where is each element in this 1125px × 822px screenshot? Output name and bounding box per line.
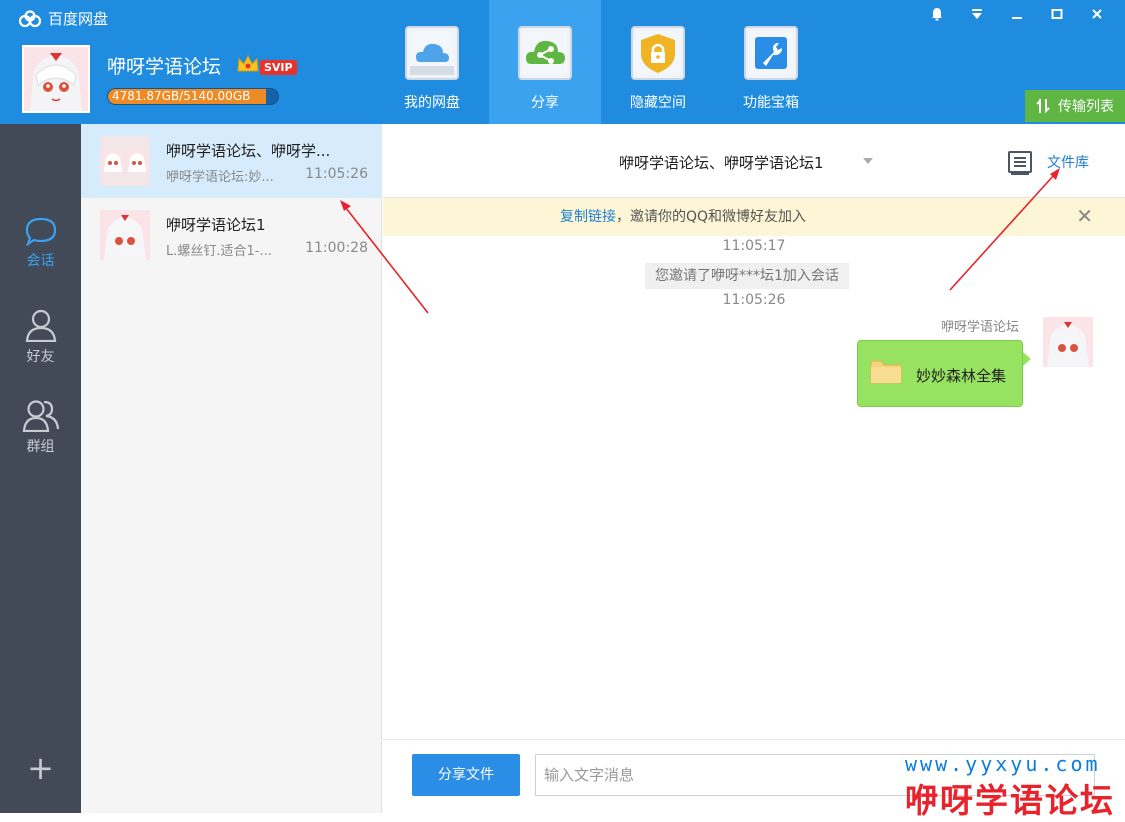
left-rail: 会话 好友 群组 + bbox=[0, 124, 81, 813]
watermark-url: www.yyxyu.com bbox=[905, 752, 1101, 776]
chat-icon bbox=[25, 217, 56, 247]
conversation-list: 咿呀学语论坛、咿呀学... 咿呀学语论坛:妙... 11:05:26 咿呀学语论… bbox=[81, 124, 382, 813]
rail-item-chat[interactable]: 会话 bbox=[0, 216, 81, 270]
rail-label: 群组 bbox=[26, 439, 55, 455]
watermark-name: 咿呀学语论坛 bbox=[905, 781, 1115, 820]
close-icon[interactable]: ✕ bbox=[1076, 206, 1093, 226]
conversation-title: 咿呀学语论坛、咿呀学... bbox=[166, 142, 331, 160]
rail-item-friends[interactable]: 好友 bbox=[0, 308, 81, 366]
file-library-icon[interactable] bbox=[1007, 150, 1033, 176]
message-time: 11:05:26 bbox=[722, 292, 786, 308]
banner-text: 复制链接，邀请你的QQ和微博好友加入 bbox=[383, 198, 983, 236]
username: 咿呀学语论坛 bbox=[107, 56, 222, 78]
nav-share[interactable]: 分享 bbox=[489, 0, 601, 124]
app-title: 百度网盘 bbox=[48, 10, 109, 28]
sender-name: 咿呀学语论坛 bbox=[940, 320, 1019, 335]
nav-label: 分享 bbox=[531, 95, 559, 111]
nav-label: 功能宝箱 bbox=[743, 95, 799, 111]
cloud-logo-icon bbox=[18, 9, 42, 27]
lock-icon bbox=[631, 26, 685, 80]
group-icon bbox=[22, 400, 59, 433]
transfer-list-label: 传输列表 bbox=[1058, 99, 1114, 115]
close-icon[interactable] bbox=[1077, 0, 1117, 28]
system-message: 您邀请了咿呀***坛1加入会话 bbox=[645, 263, 849, 289]
wrench-icon bbox=[744, 26, 798, 80]
nav-label: 隐藏空间 bbox=[630, 95, 686, 111]
conversation-preview: 咿呀学语论坛:妙... bbox=[166, 170, 274, 185]
chat-panel: 咿呀学语论坛、咿呀学语论坛1 文件库 复制链接，邀请你的QQ和微博好友加入 ✕ … bbox=[383, 124, 1125, 813]
quota-text: 4781.87GB/5140.00GB bbox=[112, 89, 251, 103]
add-icon[interactable]: + bbox=[0, 752, 81, 784]
conversation-preview: L.螺丝钉.适合1-... bbox=[166, 244, 272, 259]
message-time: 11:05:17 bbox=[722, 238, 786, 254]
banner-message: ，邀请你的QQ和微博好友加入 bbox=[615, 209, 807, 225]
share-icon bbox=[518, 26, 572, 80]
conversation-item[interactable]: 咿呀学语论坛、咿呀学... 咿呀学语论坛:妙... 11:05:26 bbox=[81, 124, 382, 198]
title-bar: 百度网盘 咿呀学语论坛 SVIP 4781.87GB/5140.00GB 我的网… bbox=[0, 0, 1125, 124]
sender-avatar[interactable] bbox=[1043, 317, 1093, 367]
chevron-down-icon[interactable] bbox=[863, 158, 873, 164]
storage-quota-bar: 4781.87GB/5140.00GB bbox=[107, 88, 279, 105]
nav-toolbox[interactable]: 功能宝箱 bbox=[715, 0, 827, 124]
rail-label: 会话 bbox=[26, 253, 55, 269]
rail-item-groups[interactable]: 群组 bbox=[0, 398, 81, 456]
conversation-item[interactable]: 咿呀学语论坛1 L.螺丝钉.适合1-... 11:00:28 bbox=[81, 198, 382, 272]
window-controls bbox=[917, 0, 1117, 28]
svip-badge: SVIP bbox=[260, 60, 297, 75]
transfer-icon bbox=[1036, 98, 1050, 114]
cloud-drive-icon bbox=[405, 26, 459, 80]
conversation-time: 11:00:28 bbox=[305, 240, 368, 256]
nav-hidden-space[interactable]: 隐藏空间 bbox=[602, 0, 714, 124]
maximize-icon[interactable] bbox=[1037, 0, 1077, 28]
chat-title[interactable]: 咿呀学语论坛、咿呀学语论坛1 bbox=[619, 152, 824, 173]
folder-icon bbox=[870, 360, 902, 384]
bubble-tail bbox=[1023, 352, 1031, 366]
conversation-title: 咿呀学语论坛1 bbox=[166, 216, 266, 234]
minimize-icon[interactable] bbox=[997, 0, 1037, 28]
conversation-time: 11:05:26 bbox=[305, 166, 368, 182]
file-message-bubble[interactable]: 妙妙森林全集 bbox=[857, 340, 1023, 407]
dropdown-icon[interactable] bbox=[957, 0, 997, 28]
friend-icon bbox=[25, 309, 56, 343]
app-logo: 百度网盘 bbox=[18, 8, 108, 29]
rail-label: 好友 bbox=[26, 349, 55, 365]
crown-icon bbox=[237, 54, 259, 72]
transfer-list-button[interactable]: 传输列表 bbox=[1025, 90, 1125, 122]
divider bbox=[383, 739, 1125, 740]
contact-avatar bbox=[100, 210, 150, 260]
group-avatar bbox=[100, 136, 150, 186]
copy-link[interactable]: 复制链接 bbox=[560, 209, 616, 225]
user-avatar[interactable] bbox=[22, 45, 90, 113]
folder-name: 妙妙森林全集 bbox=[916, 367, 1007, 385]
share-file-button[interactable]: 分享文件 bbox=[412, 754, 520, 796]
nav-my-drive[interactable]: 我的网盘 bbox=[376, 0, 488, 124]
bell-icon[interactable] bbox=[917, 0, 957, 28]
file-library-link[interactable]: 文件库 bbox=[1047, 152, 1089, 172]
nav-label: 我的网盘 bbox=[404, 95, 460, 111]
invite-banner: 复制链接，邀请你的QQ和微博好友加入 ✕ bbox=[383, 198, 1125, 236]
